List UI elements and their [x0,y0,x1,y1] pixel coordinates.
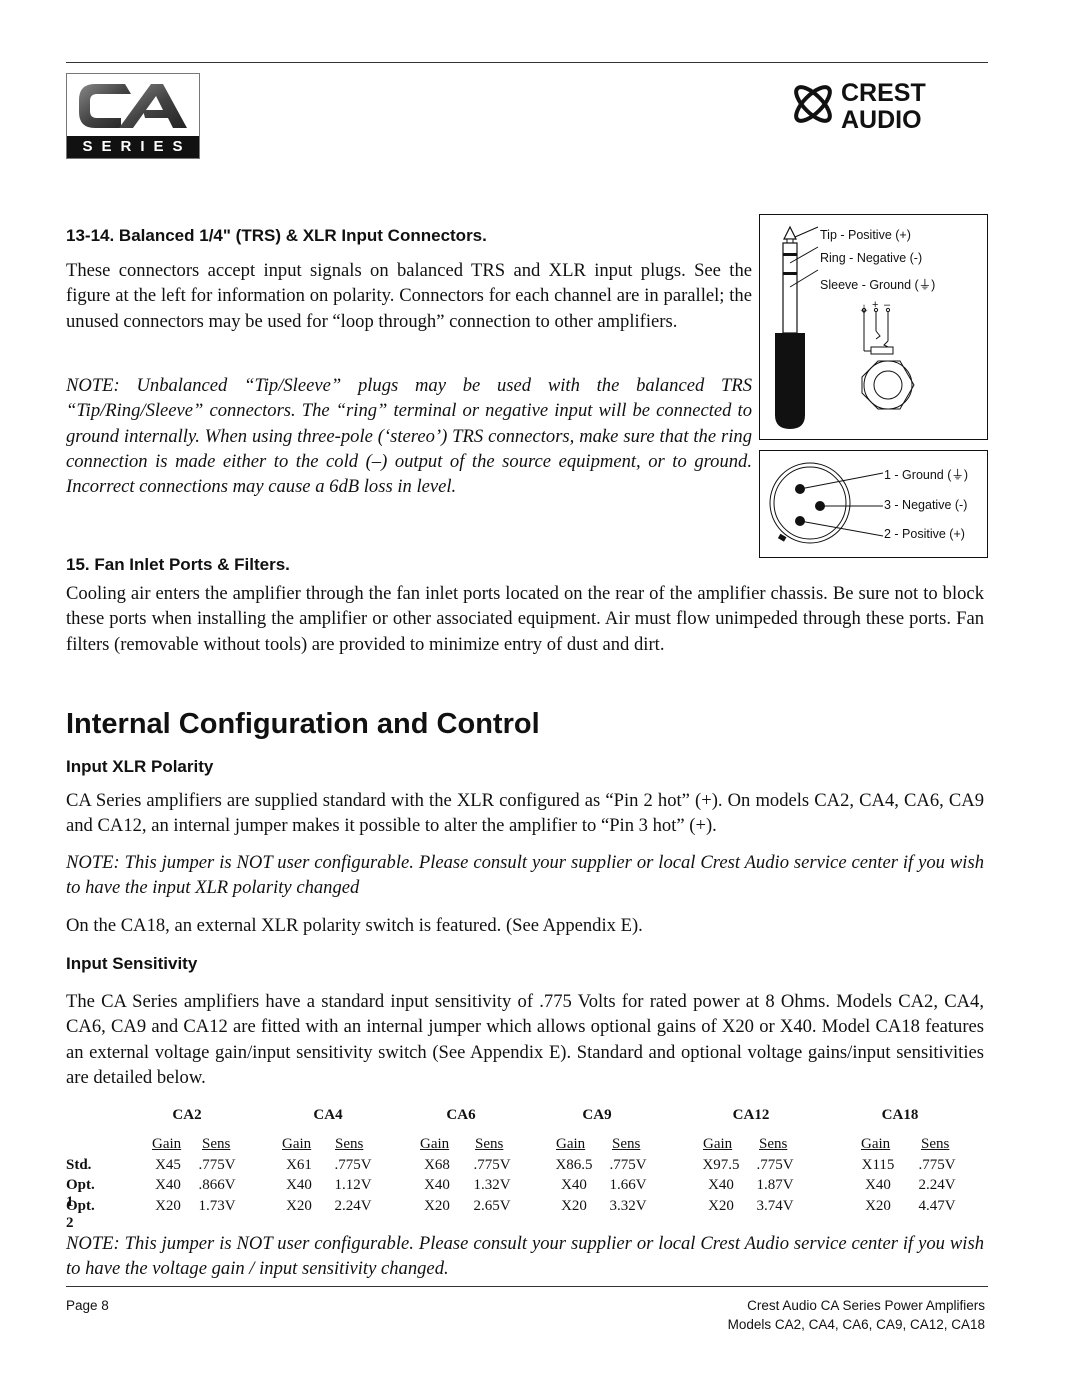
row-label-std: Std. [66,1157,92,1173]
table-cell: .775V [198,1157,236,1173]
sensitivity-note: NOTE: This jumper is NOT user configurab… [66,1233,984,1280]
table-cell: 1.73V [198,1198,236,1214]
table-cell: X86.5 [555,1157,593,1173]
table-cell: X45 [155,1157,181,1173]
header-rule [66,62,988,63]
ca-letters-graphic [79,84,187,128]
table-cell: 4.47V [918,1198,956,1214]
row-label-opt2: Opt. 2 [66,1198,95,1231]
table-cell: X68 [424,1157,450,1173]
audio-wordmark: AUDIO [841,106,922,133]
table-cell: .775V [609,1157,647,1173]
xlr-polarity-note: NOTE: This jumper is NOT user configurab… [66,852,984,899]
table-cell: 1.66V [609,1177,647,1193]
table-cell: 2.24V [334,1198,372,1214]
ca-series-logo: SERIES [66,73,200,159]
plus-symbol-label: + [872,299,879,311]
table-cell: 2.65V [473,1198,511,1214]
input-sensitivity-body: The CA Series amplifiers have a standard… [66,991,984,1088]
col-header-gain: Gain [152,1136,182,1152]
sleeve-label: Sleeve - Ground (⏚) [820,278,936,292]
tip-label: Tip - Positive (+) [820,228,911,242]
table-cell: X20 [286,1198,312,1214]
xlr-diagram: 1 - Ground (⏚) 3 - Negative (-) 2 - Posi… [759,450,988,558]
crest-wordmark: CREST [841,79,926,107]
model-header-ca18: CA18 [881,1107,919,1123]
table-cell: X20 [708,1198,734,1214]
table-cell: X61 [286,1157,312,1173]
table-cell: 2.24V [918,1177,956,1193]
crest-audio-logo: CREST AUDIO [794,79,926,133]
table-cell: .775V [918,1157,956,1173]
footer-rule [66,1286,988,1287]
table-cell: 3.32V [609,1198,647,1214]
col-header-sens: Sens [202,1136,231,1152]
table-cell: X20 [155,1198,181,1214]
input-sensitivity-heading: Input Sensitivity [66,954,198,973]
col-header-gain: Gain [420,1136,450,1152]
trs-diagram: Tip - Positive (+) Ring - Negative (-) S… [759,214,988,440]
col-header-gain: Gain [703,1136,733,1152]
col-header-gain: Gain [556,1136,586,1152]
table-cell: X20 [561,1198,587,1214]
xlr-polarity-body: CA Series amplifiers are supplied standa… [66,790,984,837]
col-header-sens: Sens [921,1136,950,1152]
table-cell: .775V [756,1157,794,1173]
table-cell: X20 [424,1198,450,1214]
ground-symbol-label: ⏚ [859,305,869,316]
model-header-ca9: CA9 [582,1107,612,1123]
table-cell: X20 [865,1198,891,1214]
xlr-pin3-label: 3 - Negative (-) [884,498,968,512]
xlr-polarity-body2: On the CA18, an external XLR polarity sw… [66,915,643,936]
col-header-sens: Sens [612,1136,641,1152]
model-header-ca4: CA4 [313,1107,343,1123]
table-cell: X40 [865,1177,891,1193]
footer-title-line1: Crest Audio CA Series Power Amplifiers [747,1298,985,1313]
table-cell: X40 [561,1177,587,1193]
connectors-heading: 13-14. Balanced 1/4" (TRS) & XLR Input C… [66,226,487,245]
table-cell: X40 [424,1177,450,1193]
table-cell: 1.32V [473,1177,511,1193]
table-cell: 3.74V [756,1198,794,1214]
model-header-ca12: CA12 [732,1107,770,1123]
table-cell: .775V [334,1157,372,1173]
table-cell: .866V [198,1177,236,1193]
col-header-gain: Gain [861,1136,891,1152]
model-header-ca2: CA2 [172,1107,202,1123]
table-cell: X40 [286,1177,312,1193]
xlr-polarity-heading: Input XLR Polarity [66,757,214,776]
col-header-sens: Sens [335,1136,364,1152]
page-number: Page 8 [66,1298,109,1313]
model-header-ca6: CA6 [446,1107,476,1123]
col-header-sens: Sens [759,1136,788,1152]
internal-config-title: Internal Configuration and Control [66,708,540,740]
xlr-pin1-label: 1 - Ground (⏚) [884,468,969,482]
table-cell: 1.87V [756,1177,794,1193]
trs-plug-graphic [775,225,915,429]
col-header-gain: Gain [282,1136,312,1152]
table-cell: X115 [861,1157,895,1173]
minus-symbol-label: – [884,299,891,311]
footer-title: Crest Audio CA Series Power Amplifiers M… [728,1296,985,1334]
series-banner: SERIES [67,136,199,158]
ring-label: Ring - Negative (-) [820,251,923,265]
footer-title-line2: Models CA2, CA4, CA6, CA9, CA12, CA18 [727,1317,985,1332]
col-header-sens: Sens [475,1136,504,1152]
table-cell: X40 [708,1177,734,1193]
xlr-pin2-label: 2 - Positive (+) [884,527,965,541]
table-cell: 1.12V [334,1177,372,1193]
connectors-body: These connectors accept input signals on… [66,260,752,332]
table-cell: X40 [155,1177,181,1193]
table-cell: X97.5 [702,1157,740,1173]
table-cell: .775V [473,1157,511,1173]
fan-body: Cooling air enters the amplifier through… [66,583,984,655]
fan-heading: 15. Fan Inlet Ports & Filters. [66,555,290,574]
connectors-note: NOTE: Unbalanced “Tip/Sleeve” plugs may … [66,375,752,498]
